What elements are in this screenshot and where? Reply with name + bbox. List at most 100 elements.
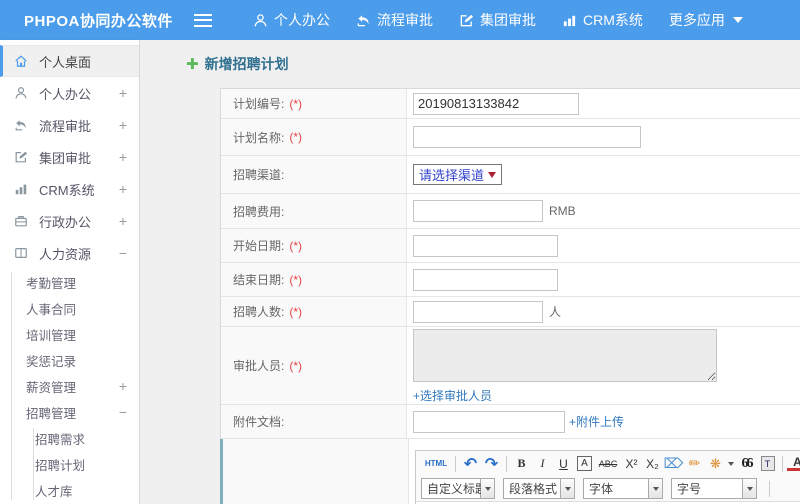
font-size-select[interactable]: 字号 [671, 478, 757, 499]
headcount-input[interactable] [413, 300, 543, 323]
redo-icon[interactable]: ↷ [481, 454, 502, 474]
approver-textarea[interactable] [413, 329, 717, 382]
field-label-text: 审批人员: [233, 359, 285, 373]
main-content: ✚ 新增招聘计划 计划编号: (*) 计划名称: (*) [140, 40, 800, 504]
bold-icon[interactable]: B [511, 454, 532, 474]
nav-item-personal-office[interactable]: 个人办公 [240, 0, 343, 40]
start-date-input[interactable] [413, 234, 558, 257]
sidebar-item-talent-pool[interactable]: 人才库 [0, 477, 139, 503]
sidebar-item-label: 招聘管理 [26, 406, 77, 421]
toolbar-divider [769, 480, 770, 497]
italic-icon[interactable]: I [532, 454, 553, 474]
form-row-headcount: 招聘人数: (*) 人 [221, 297, 800, 327]
sidebar-item-training[interactable]: 培训管理 [0, 321, 139, 347]
expand-plus-icon[interactable]: + [119, 117, 127, 133]
custom-title-select[interactable]: 自定义标题 [421, 478, 495, 499]
expand-plus-icon[interactable]: + [119, 378, 127, 394]
channel-select[interactable]: 请选择渠道 [413, 164, 503, 185]
nav-item-more-apps[interactable]: 更多应用 [656, 0, 756, 40]
sidebar-item-group-approval[interactable]: 集团审批 + [0, 141, 139, 173]
home-icon [14, 54, 30, 68]
required-marker: (*) [289, 238, 303, 253]
caret-down-icon[interactable] [561, 478, 575, 499]
nav-item-group-approval[interactable]: 集团审批 [446, 0, 549, 40]
sidebar-item-recruit-mgmt[interactable]: 招聘管理 − [0, 399, 139, 425]
hamburger-menu-icon[interactable] [194, 13, 212, 27]
rich-text-editor: HTML ↶ ↷ B I U A ABC X² X₂ ⌦ ✏ ❋ 66 T A … [415, 450, 800, 504]
sidebar-item-hr[interactable]: 人力资源 − [0, 237, 139, 269]
edit-icon [459, 13, 474, 28]
sidebar-item-admin-office[interactable]: 行政办公 + [0, 205, 139, 237]
format-wand-icon[interactable]: ❋ [705, 454, 726, 474]
sidebar-item-label: 集团审批 [39, 150, 92, 166]
strikethrough-icon[interactable]: ABC [595, 454, 621, 474]
sidebar-item-recruit-plan[interactable]: 招聘计划 [0, 451, 139, 477]
eraser-icon[interactable]: ⌦ [663, 454, 684, 474]
recruit-submenu: 招聘需求 招聘计划 人才库 [0, 425, 139, 503]
collapse-minus-icon[interactable]: − [119, 245, 127, 261]
person-icon [253, 13, 268, 28]
caret-down-icon [728, 461, 734, 466]
plan-no-input[interactable] [413, 92, 579, 115]
toolbar-divider [506, 455, 507, 472]
sidebar-item-label: 人力资源 [39, 246, 92, 262]
font-color-dropdown[interactable]: A [787, 456, 800, 471]
plan-name-input[interactable] [413, 126, 641, 148]
editor-toolbar-row2: 自定义标题 段落格式 字体 字号 [416, 476, 800, 501]
expand-plus-icon[interactable]: + [119, 213, 127, 229]
person-icon [14, 86, 30, 100]
caret-down-icon[interactable] [743, 478, 757, 499]
field-label: 招聘渠道: [221, 156, 407, 193]
page-title: ✚ 新增招聘计划 [186, 54, 289, 74]
required-marker: (*) [289, 304, 303, 319]
blockquote-icon[interactable]: 66 [736, 454, 757, 474]
sidebar-item-attendance[interactable]: 考勤管理 [0, 269, 139, 295]
field-label: 计划编号: (*) [221, 89, 407, 118]
sidebar-item-hr-contract[interactable]: 人事合同 [0, 295, 139, 321]
form-row-plan-name: 计划名称: (*) [221, 119, 800, 156]
nav-item-crm[interactable]: CRM系统 [549, 0, 656, 40]
attachment-upload-link[interactable]: +附件上传 [569, 413, 624, 430]
subscript-icon[interactable]: X₂ [642, 454, 663, 474]
html-source-button[interactable]: HTML [421, 454, 451, 474]
field-label-text: 招聘渠道: [233, 168, 285, 182]
paragraph-format-select-value: 段落格式 [503, 478, 561, 499]
format-brush-icon[interactable]: ✏ [684, 454, 705, 474]
caret-down-icon[interactable] [481, 478, 495, 499]
superscript-icon[interactable]: X² [621, 454, 642, 474]
expand-plus-icon[interactable]: + [119, 181, 127, 197]
nav-menu: 个人办公 流程审批 集团审批 CRM系统 更多应用 [240, 0, 756, 40]
expand-plus-icon[interactable]: + [119, 149, 127, 165]
select-approver-link[interactable]: +选择审批人员 [413, 387, 492, 404]
format-wand-dropdown[interactable]: ❋ [705, 454, 734, 474]
paste-icon[interactable]: T [760, 456, 775, 471]
font-color-icon[interactable]: A [787, 456, 800, 471]
sidebar-item-salary[interactable]: 薪资管理 + [0, 373, 139, 399]
nav-item-workflow-approval[interactable]: 流程审批 [343, 0, 446, 40]
undo-icon[interactable]: ↶ [460, 454, 481, 474]
brand-title: PHPOA协同办公软件 [24, 12, 173, 30]
sidebar-item-label: CRM系统 [39, 182, 95, 198]
autotypeset-icon[interactable]: A [577, 456, 592, 471]
sidebar-item-label: 奖惩记录 [26, 354, 77, 369]
underline-icon[interactable]: U [553, 454, 574, 474]
field-label-text: 计划名称: [233, 130, 285, 145]
font-family-select[interactable]: 字体 [583, 478, 663, 499]
caret-down-icon[interactable] [649, 478, 663, 499]
attachment-input[interactable] [413, 410, 565, 433]
cost-input[interactable] [413, 200, 543, 222]
collapse-minus-icon[interactable]: − [119, 404, 127, 420]
paragraph-format-select[interactable]: 段落格式 [503, 478, 575, 499]
sidebar-item-recruit-need[interactable]: 招聘需求 [0, 425, 139, 451]
sidebar-item-rewards[interactable]: 奖惩记录 [0, 347, 139, 373]
sidebar-item-crm[interactable]: CRM系统 + [0, 173, 139, 205]
form-row-editor: HTML ↶ ↷ B I U A ABC X² X₂ ⌦ ✏ ❋ 66 T A … [220, 439, 800, 504]
sidebar-item-workflow-approval[interactable]: 流程审批 + [0, 109, 139, 141]
page-title-text: 新增招聘计划 [204, 56, 289, 72]
expand-plus-icon[interactable]: + [119, 85, 127, 101]
sidebar-item-personal-office[interactable]: 个人办公 + [0, 77, 139, 109]
required-marker: (*) [289, 96, 303, 111]
plus-icon: ✚ [186, 56, 199, 73]
end-date-input[interactable] [413, 268, 558, 291]
sidebar-item-desktop[interactable]: 个人桌面 [0, 45, 139, 77]
